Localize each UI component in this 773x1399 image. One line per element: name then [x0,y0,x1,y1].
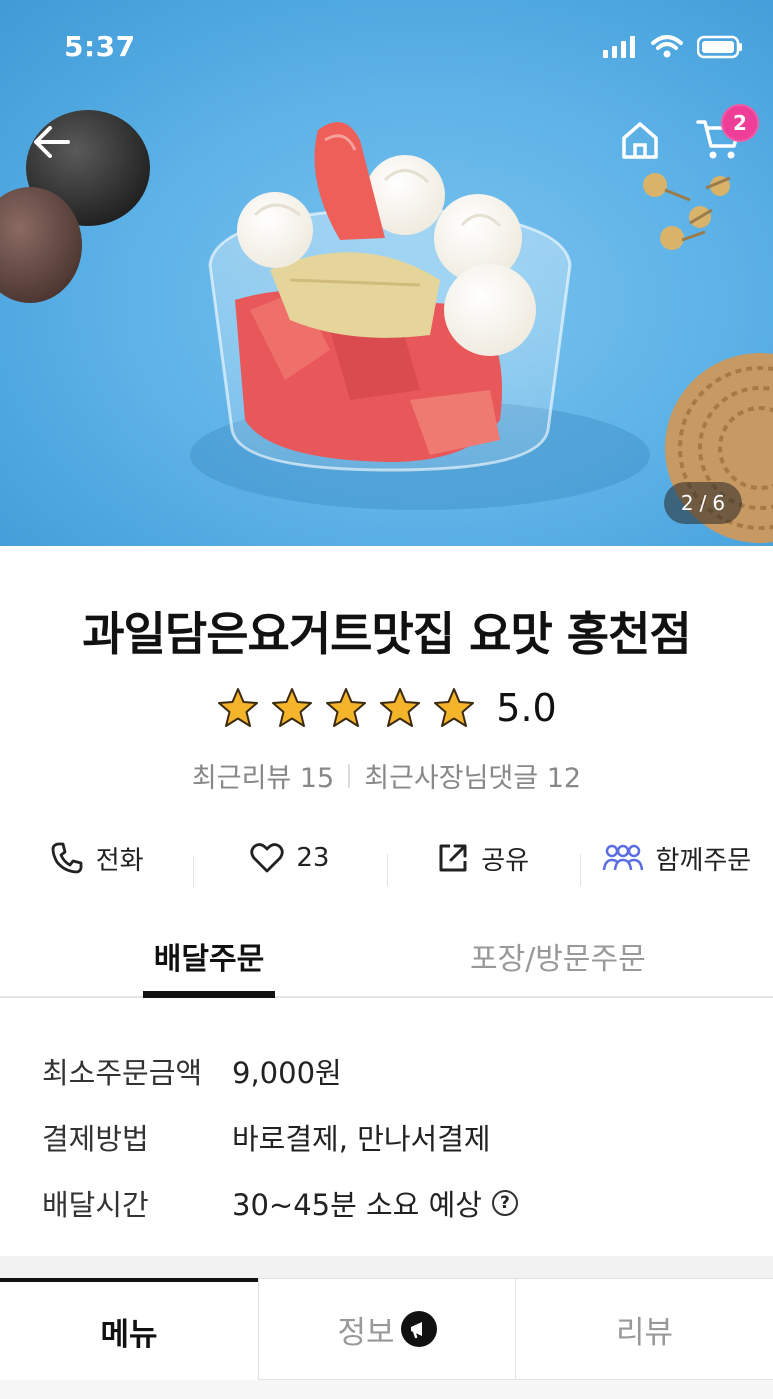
share-label: 공유 [481,845,530,876]
divider [348,763,351,788]
delivery-time-row: 배달시간 30~45분 소요 예상 ? [42,1170,518,1236]
tab-pickup-order[interactable]: 포장/방문주문 [470,934,646,996]
call-button[interactable]: 전화 [0,840,193,877]
content-tabs: 메뉴 정보 리뷰 [0,1278,773,1399]
signal-icon [603,36,635,58]
recent-reviews-label: 최근리뷰 [191,763,292,794]
owner-replies-label: 최근사장님댓글 [364,763,539,794]
star-icon [434,688,475,727]
rating-row: 5.0 [0,680,773,736]
call-label: 전화 [95,845,144,876]
image-page-counter: 2 / 6 [664,482,742,524]
star-icon [272,688,313,727]
review-summary: 최근리뷰 15 최근사장님댓글 12 [0,756,773,795]
store-name: 과일담은요거트맛집 요맛 홍천점 [82,607,692,661]
home-icon [622,122,658,159]
delivery-time-value: 30~45분 소요 예상 [232,1188,482,1222]
rating-value: 5.0 [496,686,557,730]
like-button[interactable]: 23 [193,842,386,888]
hero-image-carousel[interactable]: 5:37 2 2 / 6 [0,0,773,546]
heart-icon [250,843,284,873]
star-icon [326,688,367,727]
owner-replies-count: 12 [546,763,582,794]
cart-count-badge: 2 [721,104,759,142]
tab-info[interactable]: 정보 [258,1278,516,1380]
owner-replies[interactable]: 최근사장님댓글 12 [364,756,581,795]
arrow-left-icon [34,126,70,158]
payment-row: 결제방법 바로결제, 만나서결제 [42,1104,518,1170]
star-icon [380,688,421,727]
help-icon[interactable]: ? [491,1190,518,1216]
like-count: 23 [296,843,330,873]
status-bar: 5:37 [0,0,773,96]
status-icons [603,34,743,60]
order-type-tabs: 배달주문 포장/방문주문 [0,920,773,998]
megaphone-icon [400,1311,437,1347]
recent-reviews-count: 15 [299,763,335,794]
status-time: 5:37 [64,30,136,63]
tab-menu-label: 메뉴 [100,1316,158,1353]
back-button[interactable] [26,116,78,168]
page-separator: / [699,491,707,515]
payment-label: 결제방법 [42,1122,149,1156]
recent-reviews[interactable]: 최근리뷰 15 [192,756,334,795]
group-people-icon [602,844,643,871]
share-icon [439,844,467,872]
page-total: 6 [712,491,726,515]
group-order-button[interactable]: 함께주문 [579,840,773,886]
min-order-label: 최소주문금액 [42,1056,203,1090]
delivery-time-value-wrap: 30~45분 소요 예상 ? [232,1182,518,1224]
phone-icon [51,842,83,874]
min-order-row: 최소주문금액 9,000원 [42,1038,518,1104]
group-order-label: 함께주문 [655,845,752,876]
delivery-info: 최소주문금액 9,000원 결제방법 바로결제, 만나서결제 배달시간 30~4… [42,1038,518,1236]
battery-icon [697,35,742,59]
action-bar: 전화 23 공유 함께주문 [0,826,773,890]
tab-menu[interactable]: 메뉴 [0,1278,258,1380]
tab-review-label: 리뷰 [615,1314,674,1351]
delivery-time-label: 배달시간 [42,1188,149,1222]
tab-info-label: 정보 [337,1314,395,1351]
payment-value: 바로결제, 만나서결제 [232,1122,491,1156]
min-order-value: 9,000원 [232,1056,342,1090]
star-rating [216,687,476,729]
page-current: 2 [680,491,694,515]
tab-delivery-order[interactable]: 배달주문 [143,934,275,998]
tab-review[interactable]: 리뷰 [516,1278,773,1380]
section-divider [0,1256,773,1278]
wifi-icon [651,35,683,58]
home-button[interactable] [614,114,666,166]
share-button[interactable]: 공유 [386,840,580,886]
star-icon [218,688,259,727]
